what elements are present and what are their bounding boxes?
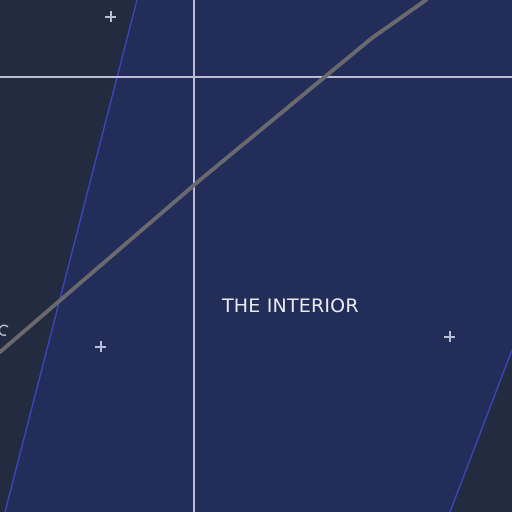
plus-icon[interactable] (95, 341, 106, 352)
plus-icon[interactable] (444, 331, 455, 342)
route-end-icon (0, 324, 9, 337)
plus-icon[interactable] (105, 11, 116, 22)
map-view[interactable]: THE INTERIOR (0, 0, 512, 512)
map-canvas[interactable] (0, 0, 512, 512)
region-label: THE INTERIOR (222, 295, 359, 317)
